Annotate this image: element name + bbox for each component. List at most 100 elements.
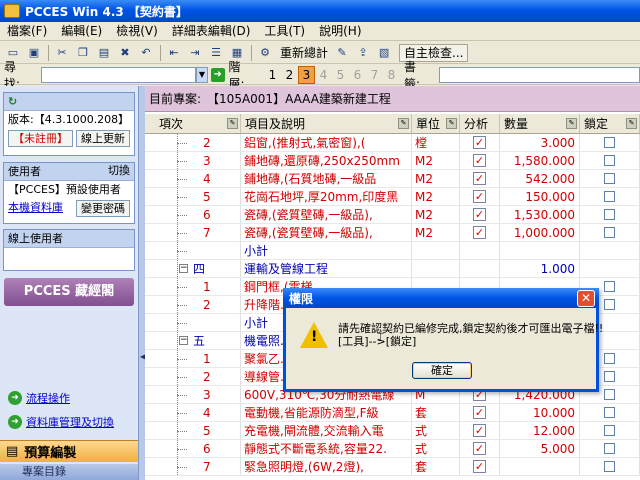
cell-idx[interactable]: 2 — [145, 134, 241, 151]
header-qty[interactable]: 數量 ✎ — [500, 114, 580, 133]
analysis-check-icon[interactable]: ✓ — [473, 208, 486, 221]
table-row[interactable]: 7 瓷磚,(瓷質壁磚,一級品), M2 ✓ 1,000.000 — [145, 224, 640, 242]
menu-edit[interactable]: 編輯(E) — [54, 22, 109, 41]
table-row[interactable]: 小計 — [145, 242, 640, 260]
cell-idx[interactable]: 2 — [145, 296, 241, 313]
unregistered-button[interactable]: 【未註冊】 — [8, 130, 73, 147]
cell-analysis[interactable]: ✓ — [460, 170, 500, 187]
cell-lock[interactable] — [580, 458, 640, 475]
cell-qty[interactable]: 3.000 — [500, 134, 580, 151]
cut-icon[interactable]: ✂ — [52, 44, 72, 62]
search-input[interactable] — [41, 66, 197, 83]
cell-qty[interactable]: 1,580.000 — [500, 152, 580, 169]
cell-qty[interactable]: 1,530.000 — [500, 206, 580, 223]
change-password-button[interactable]: 變更密碼 — [76, 200, 130, 217]
cell-lock[interactable] — [580, 188, 640, 205]
cell-idx[interactable]: 3 — [145, 152, 241, 169]
cell-unit[interactable] — [412, 260, 460, 277]
cell-desc[interactable]: 瓷磚,(瓷質壁磚,一級品), — [241, 224, 412, 241]
pcces-library-banner[interactable]: PCCES 藏經閣 — [4, 278, 134, 306]
local-db-link[interactable]: 本機資料庫 — [8, 200, 63, 217]
level-7-button[interactable]: 7 — [366, 67, 383, 83]
cell-idx[interactable]: − 四 — [145, 260, 241, 277]
cell-idx[interactable]: 4 — [145, 170, 241, 187]
table-row[interactable]: 5 花崗石地坪,厚20mm,印度黑 M2 ✓ 150.000 — [145, 188, 640, 206]
cell-desc[interactable]: 鋁窗,(推射式,氣密窗),( — [241, 134, 412, 151]
level-6-button[interactable]: 6 — [349, 67, 366, 83]
analysis-check-icon[interactable]: ✓ — [473, 190, 486, 203]
cell-qty[interactable]: 150.000 — [500, 188, 580, 205]
cell-analysis[interactable]: ✓ — [460, 134, 500, 151]
level-4-button[interactable]: 4 — [315, 67, 332, 83]
lock-checkbox[interactable] — [604, 173, 615, 184]
cell-unit[interactable]: 套 — [412, 404, 460, 421]
cell-unit[interactable]: M2 — [412, 170, 460, 187]
note-icon[interactable]: ▧ — [374, 44, 394, 62]
cell-analysis[interactable]: ✓ — [460, 188, 500, 205]
recalc-button[interactable]: 重新總計 — [276, 44, 332, 62]
cell-idx[interactable]: 7 — [145, 458, 241, 475]
cell-idx[interactable] — [145, 242, 241, 259]
cell-unit[interactable]: 樘 — [412, 134, 460, 151]
lock-checkbox[interactable] — [604, 425, 615, 436]
lock-checkbox[interactable] — [604, 137, 615, 148]
cell-analysis[interactable]: ✓ — [460, 152, 500, 169]
menu-tools[interactable]: 工具(T) — [257, 22, 312, 41]
analysis-check-icon[interactable]: ✓ — [473, 442, 486, 455]
cell-idx[interactable]: 5 — [145, 422, 241, 439]
cell-idx[interactable]: 2 — [145, 368, 241, 385]
table-row[interactable]: 3 鋪地磚,還原磚,250x250mm M2 ✓ 1,580.000 — [145, 152, 640, 170]
bookmark-input[interactable] — [439, 66, 640, 83]
cell-desc[interactable]: 緊急照明燈,(6W,2燈), — [241, 458, 412, 475]
cell-idx[interactable]: 6 — [145, 440, 241, 457]
cell-desc[interactable]: 電動機,省能源防滴型,F級 — [241, 404, 412, 421]
cell-unit[interactable]: 式 — [412, 422, 460, 439]
header-analysis[interactable]: 分析 — [460, 114, 500, 133]
level-8-button[interactable]: 8 — [383, 67, 400, 83]
cell-analysis[interactable]: ✓ — [460, 440, 500, 457]
list-icon[interactable]: ☰ — [206, 44, 226, 62]
indent-right-icon[interactable]: ⇥ — [185, 44, 205, 62]
header-unit[interactable]: 單位 ✎ — [412, 114, 460, 133]
delete-icon[interactable]: ✖ — [115, 44, 135, 62]
panel-splitter[interactable]: ◀ — [138, 86, 146, 480]
cell-unit[interactable]: M2 — [412, 152, 460, 169]
cell-qty[interactable]: 12.000 — [500, 422, 580, 439]
table-row[interactable]: 6 靜態式不斷電系統,容量22. 式 ✓ 5.000 — [145, 440, 640, 458]
lock-checkbox[interactable] — [604, 389, 615, 400]
section-project-dir[interactable]: 專案目錄 — [0, 464, 138, 480]
level-5-button[interactable]: 5 — [332, 67, 349, 83]
table-row[interactable]: 6 瓷磚,(瓷質壁磚,一級品), M2 ✓ 1,530.000 — [145, 206, 640, 224]
cell-analysis[interactable]: ✓ — [460, 206, 500, 223]
cell-qty[interactable]: 10.000 — [500, 404, 580, 421]
analysis-check-icon[interactable]: ✓ — [473, 406, 486, 419]
level-1-button[interactable]: 1 — [264, 67, 281, 83]
lock-checkbox[interactable] — [604, 353, 615, 364]
analysis-check-icon[interactable]: ✓ — [473, 154, 486, 167]
cell-desc[interactable]: 運輸及管線工程 — [241, 260, 412, 277]
undo-icon[interactable]: ↶ — [136, 44, 156, 62]
collapse-icon[interactable]: − — [179, 336, 188, 345]
cell-qty[interactable]: 5.000 — [500, 440, 580, 457]
cell-analysis[interactable]: ✓ — [460, 404, 500, 421]
analysis-check-icon[interactable]: ✓ — [473, 424, 486, 437]
nav-process-link[interactable]: ➜ 流程操作 — [8, 390, 70, 406]
table-row[interactable]: 4 鋪地磚,(石質地磚,一級品 M2 ✓ 542.000 — [145, 170, 640, 188]
table-row[interactable]: 2 鋁窗,(推射式,氣密窗),(樘 ✓ 3.000 — [145, 134, 640, 152]
cell-desc[interactable]: 鋪地磚,(石質地磚,一級品 — [241, 170, 412, 187]
cell-desc[interactable]: 靜態式不斷電系統,容量22. — [241, 440, 412, 457]
lock-checkbox[interactable] — [604, 191, 615, 202]
cell-lock[interactable] — [580, 206, 640, 223]
cell-qty[interactable]: 542.000 — [500, 170, 580, 187]
lock-checkbox[interactable] — [604, 461, 615, 472]
export-icon[interactable]: ⇪ — [353, 44, 373, 62]
tool-icon[interactable]: ✎ — [332, 44, 352, 62]
cell-lock[interactable] — [580, 404, 640, 421]
cell-idx[interactable] — [145, 314, 241, 331]
header-desc[interactable]: 項目及說明 ✎ — [241, 114, 412, 133]
go-arrow-icon[interactable]: ➜ — [210, 67, 225, 82]
cell-desc[interactable]: 花崗石地坪,厚20mm,印度黑 — [241, 188, 412, 205]
switch-user-button[interactable]: 切換 — [104, 163, 134, 180]
cell-desc[interactable]: 小計 — [241, 242, 412, 259]
cell-desc[interactable]: 瓷磚,(瓷質壁磚,一級品), — [241, 206, 412, 223]
